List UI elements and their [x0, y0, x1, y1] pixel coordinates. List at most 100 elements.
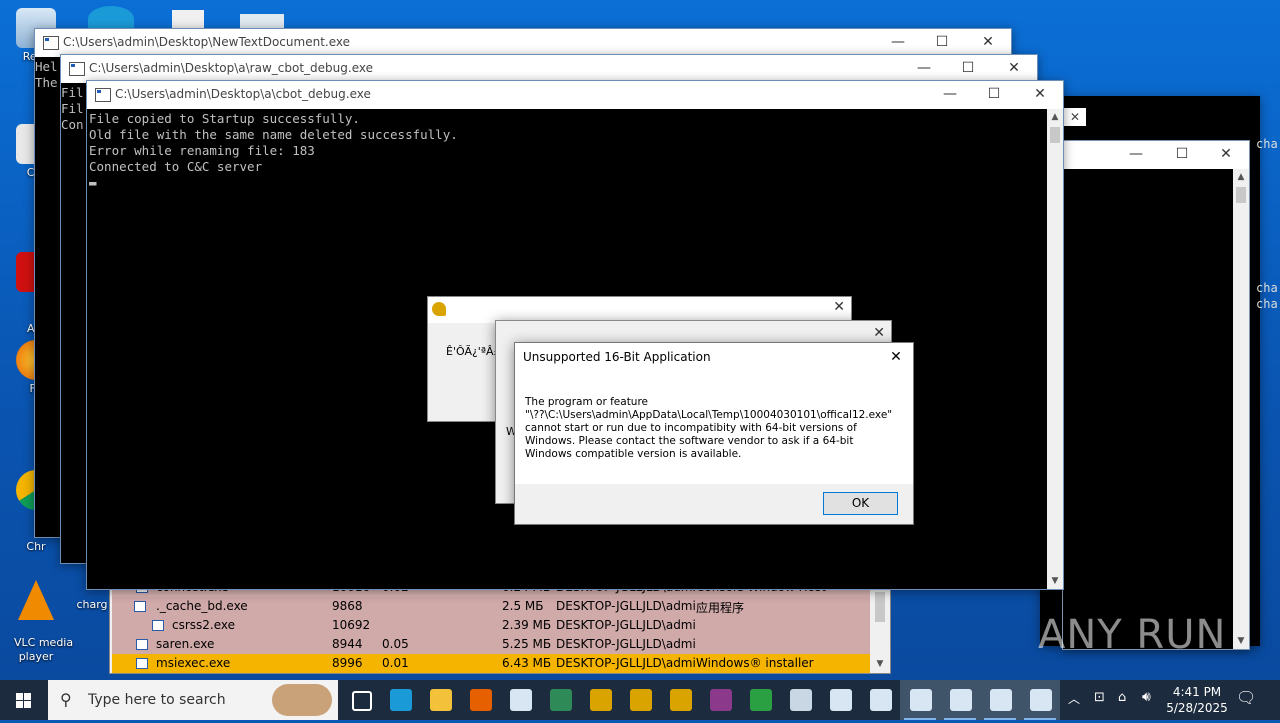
dialog-label: Ê'ÔÃ¿'ªÂ£ — [446, 345, 501, 358]
usb-icon[interactable]: ⊡ — [1094, 690, 1105, 705]
console-app-icon-5 — [990, 689, 1012, 711]
green-terminal-icon — [550, 689, 572, 711]
taskbar-item[interactable] — [1020, 680, 1060, 720]
process-pid: 10692 — [332, 618, 371, 632]
titlebar[interactable]: C:\Users\admin\Desktop\a\raw_cbot_debug.… — [61, 55, 1037, 83]
network-icon[interactable]: ⌂ — [1118, 690, 1126, 705]
taskbar-item[interactable] — [780, 680, 820, 720]
titlebar[interactable]: — ☐ ✕ — [1063, 141, 1249, 169]
scroll-up-icon[interactable]: ▲ — [1233, 169, 1249, 185]
close-button[interactable]: ✕ — [885, 346, 907, 368]
unsupported-16bit-dialog[interactable]: Unsupported 16-Bit Application ✕ The pro… — [514, 342, 914, 525]
console-app-icon — [95, 88, 111, 102]
maximize-button[interactable]: ☐ — [971, 81, 1017, 109]
process-name: msiexec.exe — [156, 656, 231, 670]
clock-date: 5/28/2025 — [1166, 701, 1228, 715]
process-pid: 8944 — [332, 637, 363, 651]
console-app-icon — [69, 62, 85, 76]
window-title: C:\Users\admin\Desktop\a\raw_cbot_debug.… — [89, 61, 373, 75]
console-app-icon — [510, 689, 532, 711]
process-memory: 5.25 МБ — [502, 637, 552, 651]
installer-icon — [790, 689, 812, 711]
taskbar-item[interactable] — [540, 680, 580, 720]
scroll-thumb[interactable] — [1236, 187, 1246, 203]
table-row[interactable]: csrss2.exe 10692 2.39 МБ DESKTOP-JGLLJLD\ad… — [112, 616, 870, 635]
volume-icon[interactable]: 🔊︎ — [1142, 689, 1151, 705]
maximize-button[interactable]: ☐ — [1159, 141, 1205, 169]
close-button[interactable]: ✕ — [965, 29, 1011, 57]
vlc-icon — [18, 580, 54, 620]
scroll-thumb[interactable] — [875, 592, 885, 622]
close-button[interactable]: ✕ — [991, 55, 1037, 83]
taskbar-item[interactable] — [620, 680, 660, 720]
taskbar-item[interactable] — [420, 680, 460, 720]
vertical-scrollbar[interactable]: ▲ ▼ — [1233, 169, 1249, 649]
taskbar-item[interactable] — [980, 680, 1020, 720]
taskbar-item[interactable] — [740, 680, 780, 720]
search-highlight-image — [272, 684, 332, 716]
close-icon[interactable]: ✕ — [1064, 108, 1086, 126]
chevron-up-icon[interactable]: ︿ — [1068, 690, 1080, 707]
taskbar-item[interactable] — [860, 680, 900, 720]
taskbar-item[interactable] — [700, 680, 740, 720]
taskbar-item[interactable] — [340, 680, 380, 720]
table-row[interactable]: ._cache_bd.exe 9868 2.5 МБ DESKTOP-JGLLJLD\… — [112, 597, 870, 616]
minimize-button[interactable]: — — [927, 81, 973, 109]
console-window-right[interactable]: — ☐ ✕ ▲ ▼ — [1062, 140, 1250, 650]
close-button[interactable]: ✕ — [873, 325, 885, 341]
maximize-button[interactable]: ☐ — [945, 55, 991, 83]
notifications-icon[interactable]: 🗨︎ — [1236, 688, 1256, 708]
minimize-button[interactable]: — — [901, 55, 947, 83]
desktop-icon-label: charg — [76, 598, 108, 611]
process-user: DESKTOP-JGLLJLD\admi — [556, 656, 696, 670]
process-user: DESKTOP-JGLLJLD\admi — [556, 599, 696, 613]
taskbar: ⚲ Type here to search ︿ ⊡ ⌂ 🔊︎ 4:41 PM 5… — [0, 680, 1280, 720]
process-name: ._cache_bd.exe — [156, 599, 248, 613]
close-button[interactable]: ✕ — [833, 299, 845, 315]
process-cpu: 0.05 — [382, 637, 409, 651]
desktop-icon-vlc[interactable]: VLC media player — [0, 552, 73, 678]
table-row[interactable]: saren.exe 8944 0.05 5.25 МБ DESKTOP-JGLLJLD\… — [112, 635, 870, 654]
process-memory: 2.5 МБ — [502, 599, 544, 613]
console-app-icon — [43, 36, 59, 50]
vertical-scrollbar[interactable]: ▲ ▼ — [1047, 109, 1063, 589]
minimize-button[interactable]: — — [875, 29, 921, 57]
file-icon — [172, 10, 204, 30]
window-title: C:\Users\admin\Desktop\a\cbot_debug.exe — [115, 87, 371, 101]
process-list-window[interactable]: conhost.exe100160.026.24 МБDESKTOP-JGLLJ… — [109, 577, 891, 674]
key-app-icon-2 — [630, 689, 652, 711]
titlebar[interactable]: C:\Users\admin\Desktop\NewTextDocument.e… — [35, 29, 1011, 57]
maximize-button[interactable]: ☐ — [919, 29, 965, 57]
vertical-scrollbar[interactable]: ▼ — [872, 578, 888, 671]
key-app-icon — [432, 302, 446, 316]
scroll-thumb[interactable] — [1050, 127, 1060, 143]
start-button[interactable] — [0, 680, 48, 720]
file-explorer-icon — [430, 689, 452, 711]
taskbar-item[interactable] — [580, 680, 620, 720]
taskbar-item[interactable] — [900, 680, 940, 720]
clock[interactable]: 4:41 PM 5/28/2025 — [1164, 684, 1230, 716]
close-button[interactable]: ✕ — [1017, 81, 1063, 109]
dialog-message: The program or feature "\??\C:\Users\adm… — [525, 396, 893, 460]
search-box[interactable]: ⚲ Type here to search — [48, 680, 338, 720]
taskbar-item[interactable] — [460, 680, 500, 720]
scroll-up-icon[interactable]: ▲ — [1047, 109, 1063, 125]
scroll-down-icon[interactable]: ▼ — [1233, 633, 1249, 649]
key-app-icon-3 — [670, 689, 692, 711]
titlebar[interactable]: C:\Users\admin\Desktop\a\cbot_debug.exe … — [87, 81, 1063, 109]
dialog-footer: OK — [515, 484, 913, 524]
dialog-title: Unsupported 16-Bit Application — [523, 350, 711, 364]
ok-button[interactable]: OK — [823, 492, 898, 515]
process-pid: 9868 — [332, 599, 363, 613]
taskbar-item[interactable] — [940, 680, 980, 720]
table-row[interactable]: msiexec.exe 8996 0.01 6.43 МБ DESKTOP-JGLLJL… — [112, 654, 870, 673]
scroll-down-icon[interactable]: ▼ — [1047, 573, 1063, 589]
console-app-icon-2 — [830, 689, 852, 711]
taskbar-item[interactable] — [500, 680, 540, 720]
scroll-down-icon[interactable]: ▼ — [872, 657, 888, 671]
close-button[interactable]: ✕ — [1203, 141, 1249, 169]
taskbar-item[interactable] — [820, 680, 860, 720]
taskbar-item[interactable] — [380, 680, 420, 720]
taskbar-item[interactable] — [660, 680, 700, 720]
minimize-button[interactable]: — — [1113, 141, 1159, 169]
